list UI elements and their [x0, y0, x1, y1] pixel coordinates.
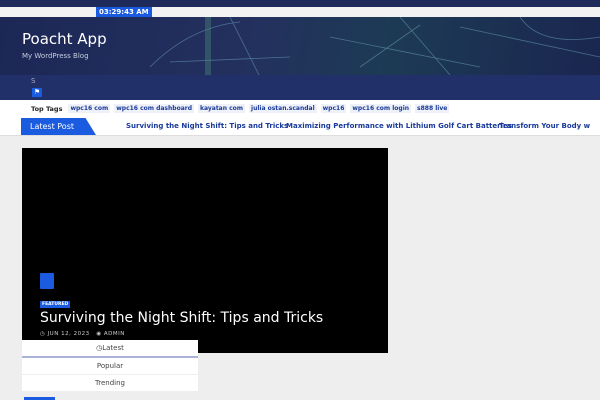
tag-link[interactable]: julia ostan.scandal [249, 104, 317, 113]
user-icon: ◉ [96, 331, 102, 337]
featured-badge[interactable]: FEATURED [40, 301, 71, 308]
site-description: My WordPress Blog [22, 52, 89, 60]
clock-icon: ◷ [40, 331, 46, 337]
category-square[interactable] [40, 273, 54, 289]
s-icon[interactable]: S [31, 77, 35, 85]
time-bar: 03:29:43 AM [0, 7, 600, 17]
ticker-item[interactable]: Transform Your Body w [499, 122, 590, 130]
post-date[interactable]: JUN 12, 2023 [48, 331, 90, 337]
tag-link[interactable]: kayatan com [198, 104, 246, 113]
post-tabs: ◷Latest Popular Trending [22, 340, 198, 392]
site-title[interactable]: Poacht App [22, 30, 107, 48]
tag-link[interactable]: wpc16 com login [350, 104, 412, 113]
ticker-item[interactable]: Surviving the Night Shift: Tips and Tric… [126, 122, 288, 130]
top-strip [0, 0, 600, 7]
tab-label: Latest [102, 344, 124, 352]
ticker-item[interactable]: Maximizing Performance with Lithium Golf… [286, 122, 512, 130]
tab-trending[interactable]: Trending [22, 375, 198, 392]
site-header: Poacht App My WordPress Blog [0, 17, 600, 75]
tag-link[interactable]: wpc16 [320, 104, 347, 113]
tag-link[interactable]: wpc16 com dashboard [114, 104, 194, 113]
post-meta: ◷ JUN 12, 2023 ◉ ADMIN [40, 331, 125, 337]
featured-post[interactable]: FEATURED Surviving the Night Shift: Tips… [22, 148, 388, 353]
tag-link[interactable]: wpc16 com [68, 104, 111, 113]
bell-icon[interactable]: ⚑ [32, 88, 42, 97]
featured-title[interactable]: Surviving the Night Shift: Tips and Tric… [40, 310, 323, 326]
nav-bar: S ⚑ [0, 75, 600, 100]
latest-post-ticker: Latest Post Surviving the Night Shift: T… [0, 117, 600, 136]
tag-link[interactable]: s888 live [415, 104, 450, 113]
tab-popular[interactable]: Popular [22, 358, 198, 375]
tab-latest[interactable]: ◷Latest [22, 340, 198, 358]
latest-post-label: Latest Post [21, 118, 96, 135]
top-tags: Top Tags wpc16 com wpc16 com dashboard k… [0, 100, 600, 117]
post-author[interactable]: ADMIN [104, 331, 125, 337]
clock: 03:29:43 AM [96, 7, 152, 17]
top-tags-label: Top Tags [31, 104, 63, 113]
